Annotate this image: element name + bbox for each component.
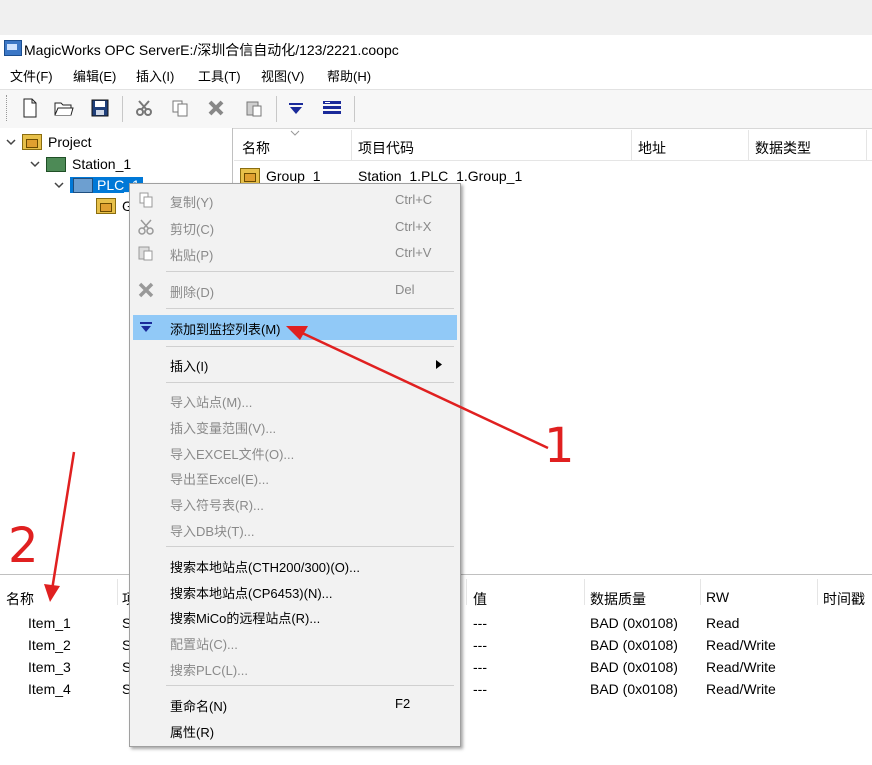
annotation-label-1: 1 <box>544 418 575 474</box>
annotation-arrow-2 <box>50 451 76 591</box>
annotation-overlay <box>44 326 549 602</box>
annotation-label-2: 2 <box>8 518 39 574</box>
annotation-arrowhead-2 <box>44 584 60 602</box>
annotation-arrow-1 <box>299 330 549 450</box>
